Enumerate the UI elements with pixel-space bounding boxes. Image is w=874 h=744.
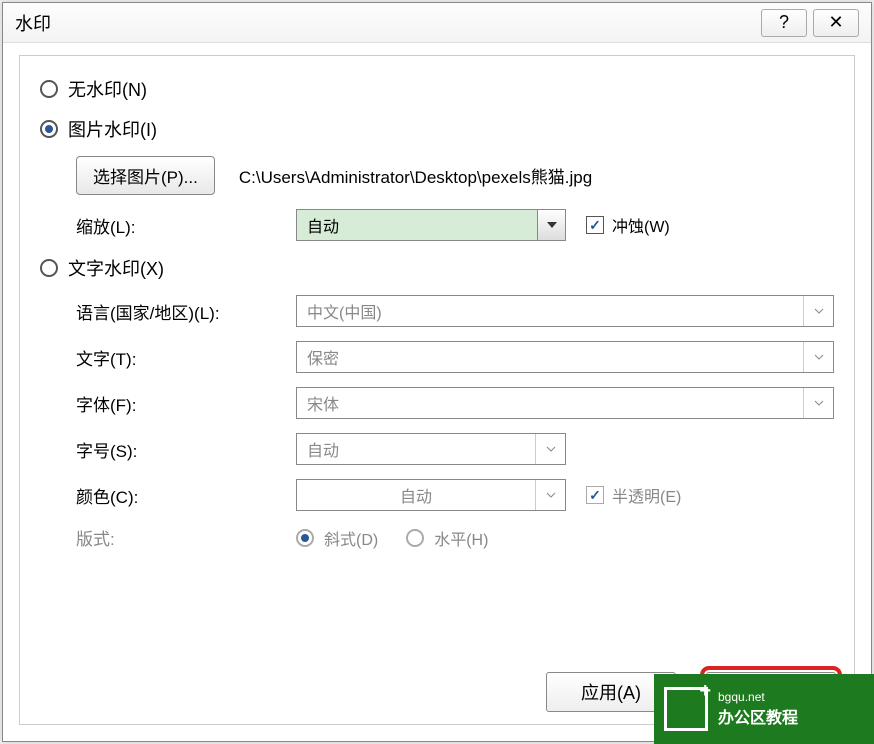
row-layout: 版式: 斜式(D) 水平(H) [76, 525, 834, 550]
checkbox-icon[interactable] [586, 216, 604, 234]
option-no-watermark[interactable]: 无水印(N) [40, 76, 834, 102]
font-value: 宋体 [297, 388, 803, 418]
language-value: 中文(中国) [297, 296, 803, 326]
language-combobox[interactable]: 中文(中国) [296, 295, 834, 327]
chevron-down-icon[interactable] [803, 342, 833, 372]
option-picture-watermark[interactable]: 图片水印(I) [40, 116, 834, 142]
label-picture-watermark: 图片水印(I) [68, 116, 157, 142]
brand-name: 办公区教程 [718, 704, 798, 728]
text-combobox[interactable]: 保密 [296, 341, 834, 373]
washout-label: 冲蚀(W) [612, 213, 670, 237]
help-button[interactable]: ? [761, 9, 807, 37]
semitransparent-checkbox[interactable]: 半透明(E) [586, 483, 681, 507]
text-value: 保密 [297, 342, 803, 372]
radio-picture-watermark[interactable] [40, 120, 58, 138]
brand-url: bgqu.net [718, 690, 798, 704]
row-size: 字号(S): 自动 [76, 433, 834, 465]
scale-value: 自动 [297, 210, 537, 240]
chevron-down-icon[interactable] [803, 388, 833, 418]
row-text: 文字(T): 保密 [76, 341, 834, 373]
row-scale: 缩放(L): 自动 冲蚀(W) [76, 209, 834, 241]
diagonal-label: 斜式(D) [324, 526, 378, 550]
semitransparent-label: 半透明(E) [612, 483, 681, 507]
language-label: 语言(国家/地区)(L): [76, 299, 296, 324]
size-label: 字号(S): [76, 437, 296, 462]
chevron-down-icon[interactable] [535, 480, 565, 510]
font-label: 字体(F): [76, 391, 296, 416]
scale-label: 缩放(L): [76, 213, 296, 238]
color-label: 颜色(C): [76, 483, 296, 508]
chevron-down-icon[interactable] [803, 296, 833, 326]
row-color: 颜色(C): 自动 半透明(E) [76, 479, 834, 511]
layout-label: 版式: [76, 525, 296, 550]
washout-checkbox[interactable]: 冲蚀(W) [586, 213, 670, 237]
color-value: 自动 [297, 480, 535, 510]
label-no-watermark: 无水印(N) [68, 76, 147, 102]
chevron-down-icon[interactable] [537, 210, 565, 240]
color-combobox[interactable]: 自动 [296, 479, 566, 511]
checkbox-icon[interactable] [586, 486, 604, 504]
dialog-title: 水印 [15, 10, 51, 36]
row-select-picture: 选择图片(P)... C:\Users\Administrator\Deskto… [76, 156, 834, 195]
radio-diagonal[interactable] [296, 529, 314, 547]
brand-text: bgqu.net 办公区教程 [718, 690, 798, 728]
close-button[interactable]: ✕ [813, 9, 859, 37]
picture-path: C:\Users\Administrator\Desktop\pexels熊猫.… [239, 163, 592, 188]
horizontal-label: 水平(H) [434, 526, 488, 550]
watermark-dialog: 水印 ? ✕ 无水印(N) 图片水印(I) 选择图片(P)... C:\User… [2, 2, 872, 742]
option-text-watermark[interactable]: 文字水印(X) [40, 255, 834, 281]
dialog-body: 无水印(N) 图片水印(I) 选择图片(P)... C:\Users\Admin… [19, 55, 855, 725]
row-font: 字体(F): 宋体 [76, 387, 834, 419]
label-text-watermark: 文字水印(X) [68, 255, 164, 281]
layout-diagonal[interactable]: 斜式(D) [296, 526, 378, 550]
select-picture-button[interactable]: 选择图片(P)... [76, 156, 215, 195]
brand-icon [664, 687, 708, 731]
radio-text-watermark[interactable] [40, 259, 58, 277]
text-label: 文字(T): [76, 345, 296, 370]
titlebar: 水印 ? ✕ [3, 3, 871, 43]
chevron-down-icon[interactable] [535, 434, 565, 464]
scale-combobox[interactable]: 自动 [296, 209, 566, 241]
size-value: 自动 [297, 434, 535, 464]
brand-watermark: bgqu.net 办公区教程 [654, 674, 874, 744]
row-language: 语言(国家/地区)(L): 中文(中国) [76, 295, 834, 327]
radio-no-watermark[interactable] [40, 80, 58, 98]
layout-horizontal[interactable]: 水平(H) [406, 526, 488, 550]
size-combobox[interactable]: 自动 [296, 433, 566, 465]
radio-horizontal[interactable] [406, 529, 424, 547]
font-combobox[interactable]: 宋体 [296, 387, 834, 419]
